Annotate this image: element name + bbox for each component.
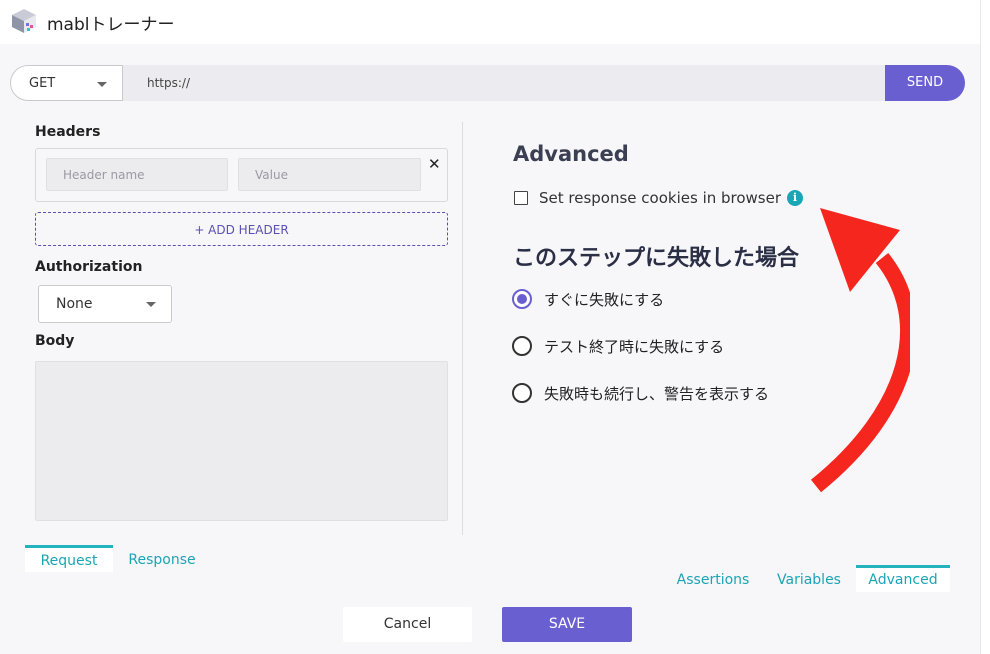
top-bar: mablトレーナー: [0, 0, 980, 44]
method-select[interactable]: GET: [10, 65, 123, 101]
fail-immediately-radio[interactable]: [512, 289, 532, 309]
pane-divider: [462, 122, 463, 535]
advanced-title: Advanced: [513, 142, 629, 166]
authorization-select[interactable]: None: [38, 285, 172, 323]
continue-with-warning-radio[interactable]: [512, 383, 532, 403]
fail-immediately-label[interactable]: すぐに失敗にする: [544, 289, 664, 310]
tab-response[interactable]: Response: [120, 548, 204, 572]
app-title: mablトレーナー: [47, 15, 175, 35]
continue-with-warning-label[interactable]: 失敗時も続行し、警告を表示する: [544, 383, 769, 404]
chevron-down-icon: [146, 302, 156, 307]
header-name-input[interactable]: Header name: [46, 158, 228, 191]
url-input[interactable]: https://: [123, 65, 885, 101]
fail-at-end-label[interactable]: テスト終了時に失敗にする: [544, 336, 724, 357]
save-button[interactable]: SAVE: [502, 607, 632, 642]
cookies-label[interactable]: Set response cookies in browser: [539, 189, 781, 207]
authorization-label: Authorization: [35, 259, 143, 275]
body-textarea[interactable]: [35, 361, 448, 521]
cookies-checkbox[interactable]: [514, 191, 528, 205]
header-row: Header name Value ✕: [35, 148, 448, 202]
headers-label: Headers: [35, 124, 101, 140]
authorization-value: None: [56, 296, 93, 312]
tab-advanced[interactable]: Advanced: [856, 565, 950, 592]
close-icon[interactable]: ✕: [428, 155, 441, 173]
annotation-arrow-icon: [810, 208, 910, 493]
method-value: GET: [29, 76, 56, 91]
cancel-button[interactable]: Cancel: [343, 607, 472, 642]
tab-variables[interactable]: Variables: [770, 568, 848, 592]
add-header-button[interactable]: + ADD HEADER: [35, 212, 448, 246]
failure-heading: このステップに失敗した場合: [513, 246, 800, 271]
fail-at-end-radio[interactable]: [512, 336, 532, 356]
tab-assertions[interactable]: Assertions: [672, 568, 754, 592]
window-scroll-edge: [980, 0, 990, 654]
send-button[interactable]: SEND: [885, 65, 965, 101]
body-label: Body: [35, 333, 75, 349]
tab-request[interactable]: Request: [25, 545, 113, 572]
mabl-logo-icon: [12, 9, 36, 33]
header-value-input[interactable]: Value: [238, 158, 421, 191]
chevron-down-icon: [97, 82, 107, 87]
